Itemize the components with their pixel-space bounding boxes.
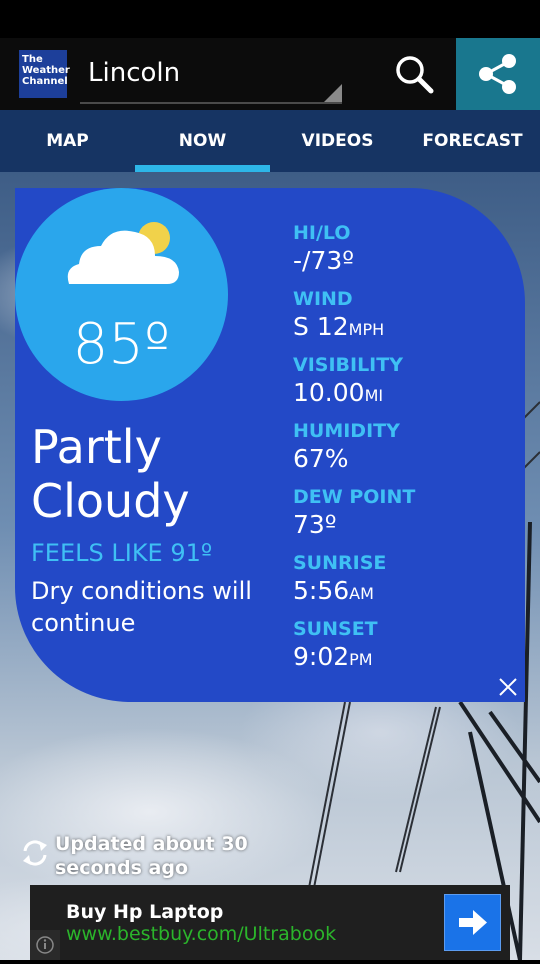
sunset-label: SUNSET [293, 618, 378, 640]
visibility-value: 10.00MI [293, 378, 383, 407]
refresh-button[interactable] [20, 838, 50, 868]
tab-videos[interactable]: VIDEOS [270, 110, 405, 172]
wind-speed: S 12 [293, 312, 349, 341]
ad-go-button[interactable] [444, 894, 501, 951]
visibility-distance: 10.00 [293, 378, 365, 407]
visibility-unit: MI [364, 386, 384, 405]
sunrise-time: 5:56 [293, 576, 350, 605]
tab-label: VIDEOS [301, 131, 374, 151]
close-card-button[interactable] [497, 676, 519, 698]
info-icon [30, 930, 60, 960]
city-name: Lincoln [88, 58, 181, 88]
ad-url: www.bestbuy.com/Ultrabook [66, 923, 337, 945]
status-bar [0, 0, 540, 38]
logo-line-1: The [22, 54, 43, 65]
sunset-value: 9:02PM [293, 642, 373, 671]
partly-cloudy-icon [67, 222, 179, 284]
dew-point-label: DEW POINT [293, 486, 416, 508]
tab-label: FORECAST [422, 131, 523, 151]
refresh-icon [23, 840, 47, 866]
condition-text: Partly Cloudy [31, 420, 190, 528]
tab-bar: MAP NOW VIDEOS FORECAST [0, 110, 540, 172]
condition-summary: Dry conditions will continue [31, 577, 252, 637]
active-tab-indicator [135, 165, 270, 172]
sunrise-value: 5:56AM [293, 576, 374, 605]
humidity-label: HUMIDITY [293, 420, 400, 442]
logo-line-3: Channel [22, 76, 68, 87]
share-button[interactable] [456, 38, 540, 110]
hilo-label: HI/LO [293, 222, 351, 244]
sunset-unit: PM [349, 650, 373, 669]
wind-label: WIND [293, 288, 353, 310]
updated-status: Updated about 30 seconds ago [55, 833, 248, 879]
dropdown-caret-icon [324, 84, 342, 102]
humidity-value: 67% [293, 444, 349, 473]
share-icon [479, 54, 516, 94]
search-button[interactable] [390, 52, 438, 96]
city-dropdown[interactable]: Lincoln [80, 48, 342, 104]
ad-info-button[interactable] [30, 930, 60, 960]
logo-line-2: Weather [22, 65, 70, 76]
close-icon [499, 678, 517, 696]
current-temperature: 85º [72, 312, 171, 377]
sunset-time: 9:02 [293, 642, 350, 671]
dew-point-value: 73º [293, 510, 337, 539]
feels-like: FEELS LIKE 91º [31, 539, 213, 567]
sunrise-label: SUNRISE [293, 552, 387, 574]
tab-map[interactable]: MAP [0, 110, 135, 172]
hilo-value: -/73º [293, 246, 355, 275]
weather-channel-logo[interactable]: The Weather Channel [19, 50, 70, 98]
current-conditions-card: 85º Partly Cloudy FEELS LIKE 91º Dry con… [15, 188, 525, 702]
tab-label: NOW [178, 131, 227, 151]
wind-value: S 12MPH [293, 312, 384, 341]
sunrise-unit: AM [349, 584, 374, 603]
tab-label: MAP [46, 131, 89, 151]
wind-unit: MPH [348, 320, 385, 339]
tab-forecast[interactable]: FORECAST [405, 110, 540, 172]
ad-banner[interactable]: Buy Hp Laptop www.bestbuy.com/Ultrabook [30, 885, 510, 960]
search-icon [396, 56, 434, 94]
arrow-right-icon [459, 910, 487, 935]
action-bar: The Weather Channel Lincoln [0, 38, 540, 110]
visibility-label: VISIBILITY [293, 354, 403, 376]
ad-title: Buy Hp Laptop [66, 901, 224, 923]
temperature-circle: 85º [15, 188, 228, 401]
tab-now[interactable]: NOW [135, 110, 270, 172]
